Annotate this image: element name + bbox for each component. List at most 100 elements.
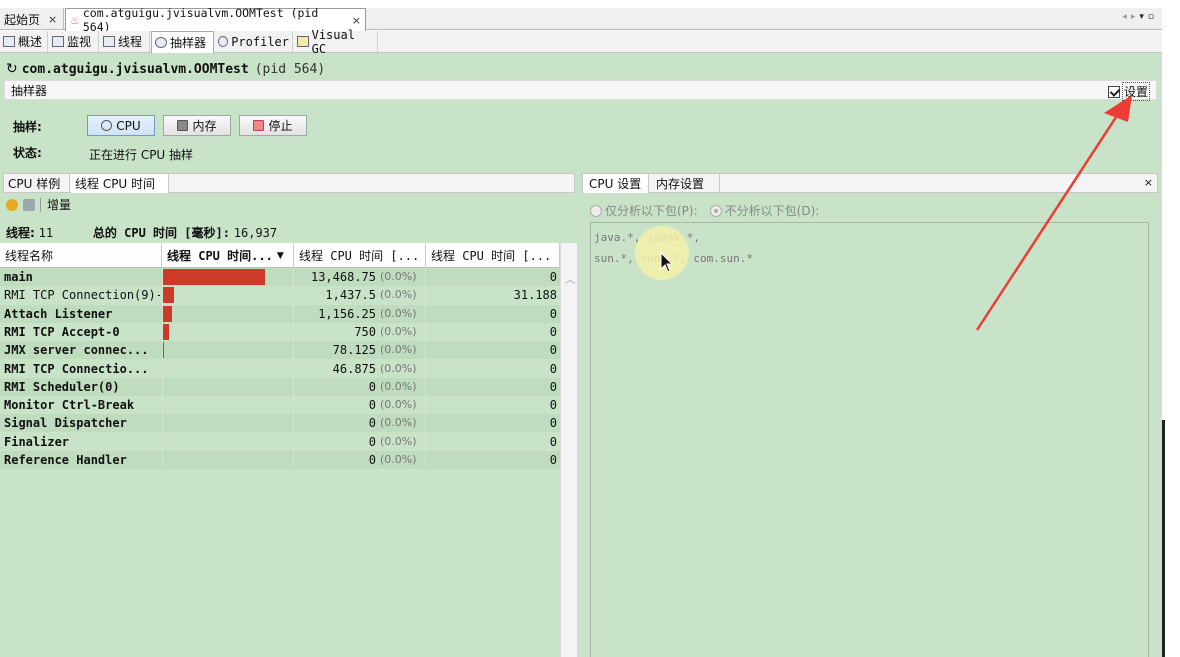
stop-sample-button[interactable]: 停止 [239,115,307,136]
table-row[interactable]: RMI TCP Connectio... 46.875 (0.0%) 0 [0,360,560,378]
tab-menu-icon[interactable]: ▾ [1139,12,1148,22]
cpu-time-percent: (0.0%) [380,343,417,357]
cpu-sample-button[interactable]: CPU [87,115,155,136]
cpu-time-bar-cell [163,286,291,304]
pause-icon[interactable] [6,198,18,211]
radio-exclude[interactable] [709,204,722,217]
tab-cpu-samples[interactable]: CPU 样例 [4,174,70,193]
cpu-time-value-2: 0 [549,434,557,449]
column-thread-name[interactable]: 线程名称 [0,243,162,268]
cpu-time-bar-cell [163,414,291,432]
tab-oomtest-label: com.atguigu.jvisualvm.OOMTest (pid 564) [82,6,319,34]
monitor-chart-icon [52,36,64,47]
column-thread-cpu-time-3[interactable]: 线程 CPU 时间 [... [426,243,560,268]
table-row[interactable]: RMI TCP Connection(9)-192. 1,437.5 (0.0%) 3… [0,286,560,304]
cpu-time-value: 750 [354,324,376,339]
thread-name-cell: Finalizer [4,434,70,449]
memory-sample-button[interactable]: 内存 [163,115,231,136]
package-filter-options: 仅分析以下包(P): 不分析以下包(D): [590,202,819,219]
column-cpu-time-2-label: 线程 CPU 时间 [... [299,249,420,263]
radio-profile-only[interactable] [590,204,602,217]
table-row[interactable]: main 13,468.75 (0.0%) 0 [0,268,560,286]
column-divider [162,268,163,466]
cpu-clock-icon [101,120,113,131]
close-icon[interactable]: × [48,13,57,26]
tab-threads[interactable]: 线程 [100,31,150,52]
settings-toggle[interactable]: 设置 [1107,82,1150,101]
close-icon[interactable]: × [352,14,361,27]
tab-profiler[interactable]: Profiler [215,31,293,52]
column-divider [425,268,426,466]
table-header: 线程名称 线程 CPU 时间... ▼ 线程 CPU 时间 [... 线程 CPU… [0,243,560,268]
tab-memory-settings[interactable]: 内存设置 [650,174,720,193]
sampler-view: ↻ com.atguigu.jvisualvm.OOMTest (pid 564… [0,53,1162,657]
table-row[interactable]: Attach Listener 1,156.25 (0.0%) 0 [0,304,560,323]
cpu-time-percent: (0.0%) [380,324,417,338]
snapshot-icon[interactable] [23,198,35,211]
restore-window-icon[interactable]: ▫ [1148,12,1158,22]
process-pid: (pid 564) [254,61,326,77]
package-list-textarea[interactable]: java.*, javax.*, sun.*, sunw.*, com.sun.… [590,222,1149,657]
memory-button-label: 内存 [192,119,217,133]
cpu-time-value: 1,156.25 [318,306,376,321]
settings-checkbox[interactable] [1107,85,1120,98]
scroll-left-icon[interactable]: ◂ [1122,12,1131,22]
cpu-time-percent: (0.0%) [380,288,417,302]
tab-profiler-label: Profiler [231,34,289,49]
table-row[interactable]: JMX server connec... 78.125 (0.0%) 0 [0,341,560,360]
cpu-time-bar [163,305,172,322]
table-row[interactable]: RMI TCP Accept-0 750 (0.0%) 0 [0,323,560,341]
cpu-time-bar-cell [163,396,291,414]
cpu-time-percent: (0.0%) [380,306,417,320]
table-row[interactable]: Reference Handler 0 (0.0%) 0 [0,451,560,469]
tab-monitor[interactable]: 监视 [49,31,99,52]
scroll-up-icon[interactable]: ︿ [565,271,575,286]
document-tab-strip: 起始页 × ♨ com.atguigu.jvisualvm.OOMTest (p… [0,6,1162,34]
tab-thread-cpu-time[interactable]: 线程 CPU 时间 [71,174,169,193]
sampler-icon [155,37,167,48]
cpu-time-value: 13,468.75 [310,270,376,284]
cpu-time-value-2: 0 [549,343,557,358]
sampler-header-bar: 抽样器 设置 [4,80,1157,101]
cpu-time-value-2: 0 [549,416,557,431]
status-value: 正在进行 CPU 抽样 [89,148,194,162]
cpu-time-bar [163,342,164,359]
cpu-time-value: 78.125 [332,343,376,358]
cpu-time-bar [163,323,169,340]
column-thread-name-label: 线程名称 [5,249,54,263]
process-name: com.atguigu.jvisualvm.OOMTest [21,61,249,77]
tab-start-page[interactable]: 起始页 × [0,8,64,30]
table-row[interactable]: Finalizer 0 (0.0%) 0 [0,433,560,451]
close-settings-icon[interactable]: × [1144,176,1153,189]
cpu-time-percent: (0.0%) [380,270,417,283]
tab-start-label: 起始页 [4,12,41,27]
tab-overview[interactable]: 概述 [0,31,48,52]
tab-cpu-settings[interactable]: CPU 设置 [583,174,649,193]
table-scrollbar[interactable]: ︿ [560,243,577,657]
cpu-time-value: 0 [368,434,376,449]
delta-toolbar: 增量 [6,196,71,213]
table-row[interactable]: RMI Scheduler(0) 0 (0.0%) 0 [0,377,560,396]
table-row[interactable]: Monitor Ctrl-Break 0 (0.0%) 0 [0,396,560,414]
cpu-time-value: 0 [368,453,376,467]
cpu-time-bar-cell [163,433,291,451]
process-title: ↻ com.atguigu.jvisualvm.OOMTest (pid 564… [6,61,325,77]
tab-visual-gc[interactable]: Visual GC [294,28,378,56]
refresh-spinner-icon: ↻ [6,61,18,77]
threads-icon [103,36,115,47]
total-cpu-label: 总的 CPU 时间 [毫秒]: [92,226,230,240]
column-thread-cpu-time-2[interactable]: 线程 CPU 时间 [... [294,243,426,268]
thread-name-cell: Monitor Ctrl-Break [4,398,135,413]
column-thread-cpu-time[interactable]: 线程 CPU 时间... ▼ [162,243,294,268]
cpu-time-value: 0 [368,416,376,431]
delta-label[interactable]: 增量 [47,196,71,213]
thread-name-cell: main [4,270,33,284]
thread-name-cell: RMI TCP Accept-0 [4,324,120,339]
cpu-time-percent: (0.0%) [380,434,417,448]
thread-name-cell: RMI TCP Connectio... [4,361,149,376]
tab-sampler[interactable]: 抽样器 [151,31,214,53]
cpu-time-bar-cell [163,360,291,378]
thread-name-cell: JMX server connec... [4,343,149,358]
table-row[interactable]: Signal Dispatcher 0 (0.0%) 0 [0,414,560,433]
cpu-time-value-2: 0 [549,398,557,413]
